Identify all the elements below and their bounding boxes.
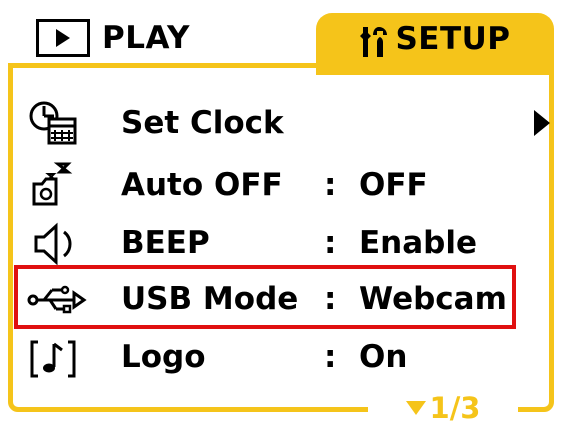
menu-item-label: Set Clock	[121, 105, 284, 141]
tab-setup-label: SETUP	[395, 21, 511, 57]
separator-colon: :	[324, 167, 337, 203]
submenu-arrow-icon	[534, 110, 550, 136]
menu-item-auto-off[interactable]: Auto OFF : OFF	[14, 160, 554, 210]
clock-calendar-icon	[24, 100, 94, 146]
play-icon	[36, 19, 90, 57]
triangle-down-icon	[405, 401, 426, 415]
menu-item-value: OFF	[359, 167, 428, 203]
menu-item-value: On	[359, 339, 408, 375]
separator-colon: :	[324, 225, 337, 261]
menu-item-label: Auto OFF	[121, 167, 283, 203]
speaker-icon	[24, 220, 94, 266]
tab-play-label: PLAY	[102, 20, 190, 56]
menu-item-beep[interactable]: BEEP : Enable	[14, 218, 554, 268]
page-indicator[interactable]: 1/3	[368, 390, 518, 426]
menu-item-label: BEEP	[121, 225, 210, 261]
selection-highlight	[14, 265, 516, 329]
camera-sleep-icon	[24, 162, 94, 208]
menu-item-label: Logo	[121, 339, 206, 375]
menu-item-value: Enable	[359, 225, 478, 261]
logo-music-icon	[24, 334, 94, 380]
menu-item-set-clock[interactable]: Set Clock	[14, 98, 554, 148]
separator-colon: :	[324, 339, 337, 375]
menu-item-logo[interactable]: Logo : On	[14, 332, 554, 382]
tools-icon	[359, 25, 389, 63]
page-number: 1/3	[429, 391, 481, 425]
tab-play[interactable]: PLAY	[14, 13, 310, 63]
